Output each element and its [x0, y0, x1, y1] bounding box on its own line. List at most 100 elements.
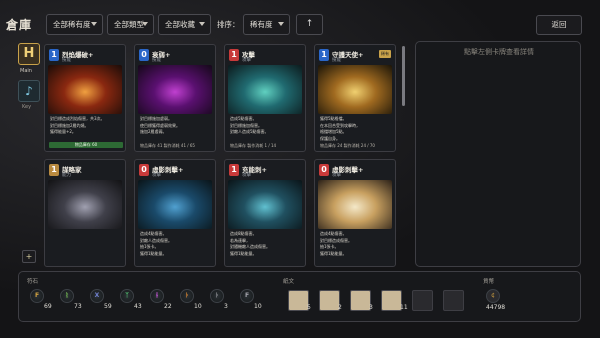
sort-direction-button[interactable]: ↑ [296, 14, 323, 35]
stock-bar: 物品庫存 60 [49, 142, 123, 148]
card-description: 造成5點傷害。 對目標施加傷害。 對敵人造成5點傷害。 [230, 116, 302, 136]
rune-icon[interactable]: F [240, 289, 254, 303]
card-description: 造成4點傷害。 對目標造成傷害。 抽1張卡。 獲得1點能量。 [320, 231, 392, 257]
chevron-down-icon [142, 22, 148, 26]
sort-value: 稀有度 [250, 20, 273, 29]
card-tile[interactable]: 0 虛影刺擊+ 攻擊 造成4點傷害。 對目標造成傷害。 抽1張卡。 獲得1點能量。 [314, 159, 396, 267]
chevron-down-icon [278, 22, 284, 26]
card-description-line: 施加2層虛弱。 [140, 129, 167, 134]
rune-icon[interactable]: F [30, 289, 44, 303]
card-tile[interactable]: 1 充能刺+ 攻擊 造成8點傷害。 若為連擊， 對隨機敵人造成傷害。 獲得1點能量。 [224, 159, 306, 267]
card-description: 對目標施加虛弱。 使目標獲得虛弱效果。 施加2層虛弱。 [140, 116, 212, 136]
chevron-down-icon [199, 22, 205, 26]
type-filter-select[interactable]: 全部類型 [107, 14, 154, 35]
scroll-count: 2 [338, 304, 342, 311]
sort-label: 排序： [217, 20, 240, 29]
card-cost: 0 [139, 49, 149, 61]
rarity-filter-value: 全部稀有度 [53, 20, 91, 29]
rune-count: 22 [164, 303, 172, 310]
rune-count: 3 [224, 303, 228, 310]
card-footer: 物品庫存 24 製作消耗 24 / 70 [320, 143, 375, 148]
card-art [138, 65, 212, 114]
scroll-count: 11 [400, 304, 408, 311]
card-type: 能力 [62, 173, 71, 178]
type-filter-value: 全部類型 [114, 20, 144, 29]
card-description-line: 獲得能量+2。 [50, 129, 76, 134]
card-tile[interactable]: 0 虛影刺擊+ 攻擊 造成4點傷害。 對敵人造成傷害。 抽1張卡。 獲得1點能量。 [134, 159, 216, 267]
add-deck-button[interactable]: + [22, 250, 36, 263]
card-cost: 1 [49, 164, 59, 176]
sort-select[interactable]: 稀有度 [243, 14, 290, 35]
rune-count: 59 [104, 303, 112, 310]
card-tile[interactable]: 1 烈焰爆破+ 技能 對目標造成烈焰傷害，共3次。 對目標施加2層灼燒。 獲得能量+2。物… [44, 44, 126, 152]
card-art [318, 65, 392, 114]
empty-slot[interactable] [412, 290, 433, 311]
collection-filter-select[interactable]: 全部收藏 [158, 14, 211, 35]
page-title: 倉庫 [6, 18, 33, 32]
rune-icon[interactable]: ᚦ [180, 289, 194, 303]
rarity-badge: 稀有 [379, 50, 391, 58]
card-type: 攻擊 [242, 173, 251, 178]
scrolls-label: 紙文 [283, 279, 295, 285]
card-type: 技能 [332, 58, 341, 63]
rune-count: 73 [74, 303, 82, 310]
runes-label: 符石 [27, 279, 39, 285]
card-description-line: 獲得1點能量。 [140, 250, 167, 256]
scroll-count: 5 [307, 304, 311, 311]
card-description: 造成4點傷害。 對敵人造成傷害。 抽1張卡。 獲得1點能量。 [140, 231, 212, 257]
card-tile[interactable]: 1 攻擊 攻擊 造成5點傷害。 對目標施加傷害。 對敵人造成5點傷害。 物品庫存 製作消耗 … [224, 44, 306, 152]
card-grid: 1 烈焰爆破+ 技能 對目標造成烈焰傷害，共3次。 對目標施加2層灼燒。 獲得能量+2。物… [44, 44, 408, 267]
scroll-item[interactable] [350, 290, 371, 311]
card-description: 獲得5點格擋。 在本回合受到攻擊時， 格擋增加5點。 保護自身。 [320, 116, 392, 142]
card-type: 攻擊 [152, 173, 161, 178]
coin-icon: ¢ [486, 289, 500, 303]
card-cost: 0 [319, 164, 329, 176]
card-description: 造成8點傷害。 若為連擊， 對隨機敵人造成傷害。 獲得1點能量。 [230, 231, 302, 257]
card-description-line: 獲得1點能量。 [230, 250, 257, 256]
rune-count: 69 [44, 303, 52, 310]
card-art [228, 180, 302, 229]
card-tile[interactable]: 1 謀略家 能力 [44, 159, 126, 267]
card-art [138, 180, 212, 229]
card-description: 對目標造成烈焰傷害，共3次。 對目標施加2層灼燒。 獲得能量+2。 [50, 116, 122, 136]
back-button[interactable]: 返回 [536, 15, 582, 35]
card-description-line: 保護自身。 [320, 135, 340, 141]
detail-hint: 點擊左側卡牌查看詳情 [464, 48, 534, 56]
card-cost: 1 [229, 164, 239, 176]
chevron-down-icon [91, 22, 97, 26]
key-deck-tab[interactable]: ♪ [18, 80, 40, 102]
main-deck-label: Main [20, 68, 32, 74]
currency-label: 貨幣 [483, 279, 495, 285]
main-deck-tab[interactable]: H [18, 43, 40, 65]
rune-icon[interactable]: ᚱ [60, 289, 74, 303]
rune-count: 10 [254, 303, 262, 310]
card-footer: 物品庫存 41 製作消耗 41 / 65 [140, 143, 195, 148]
scroll-item[interactable] [288, 290, 309, 311]
card-grid-scrollbar[interactable] [402, 46, 405, 106]
card-tile[interactable]: 1 守護天使+ 技能 稀有 獲得5點格擋。 在本回合受到攻擊時， 格擋增加5點。 保護自身。物… [314, 44, 396, 152]
card-type: 技能 [152, 58, 161, 63]
card-art [48, 180, 122, 229]
empty-slot[interactable] [443, 290, 464, 311]
rune-count: 10 [194, 303, 202, 310]
rune-count: 43 [134, 303, 142, 310]
card-detail-panel: 點擊左側卡牌查看詳情 [415, 41, 581, 267]
rarity-filter-select[interactable]: 全部稀有度 [46, 14, 103, 35]
collection-filter-value: 全部收藏 [165, 20, 195, 29]
card-footer: 物品庫存 製作消耗 1 / 14 [230, 143, 277, 148]
card-cost: 1 [319, 49, 329, 61]
scroll-item[interactable] [319, 290, 340, 311]
card-description-line: 對敵人造成5點傷害。 [230, 129, 269, 134]
rune-icon[interactable]: ᚺ [150, 289, 164, 303]
rune-icon[interactable]: ᛉ [120, 289, 134, 303]
gold-amount: 44798 [486, 304, 506, 311]
card-type: 攻擊 [242, 58, 251, 63]
card-art [228, 65, 302, 114]
card-art [318, 180, 392, 229]
rune-icon[interactable]: X [90, 289, 104, 303]
card-type: 技能 [62, 58, 71, 63]
scroll-item[interactable] [381, 290, 402, 311]
rune-icon[interactable]: ᚦ [210, 289, 224, 303]
card-tile[interactable]: 0 衰弱+ 技能 對目標施加虛弱。 使目標獲得虛弱效果。 施加2層虛弱。 物品庫存 41 製… [134, 44, 216, 152]
card-cost: 1 [229, 49, 239, 61]
